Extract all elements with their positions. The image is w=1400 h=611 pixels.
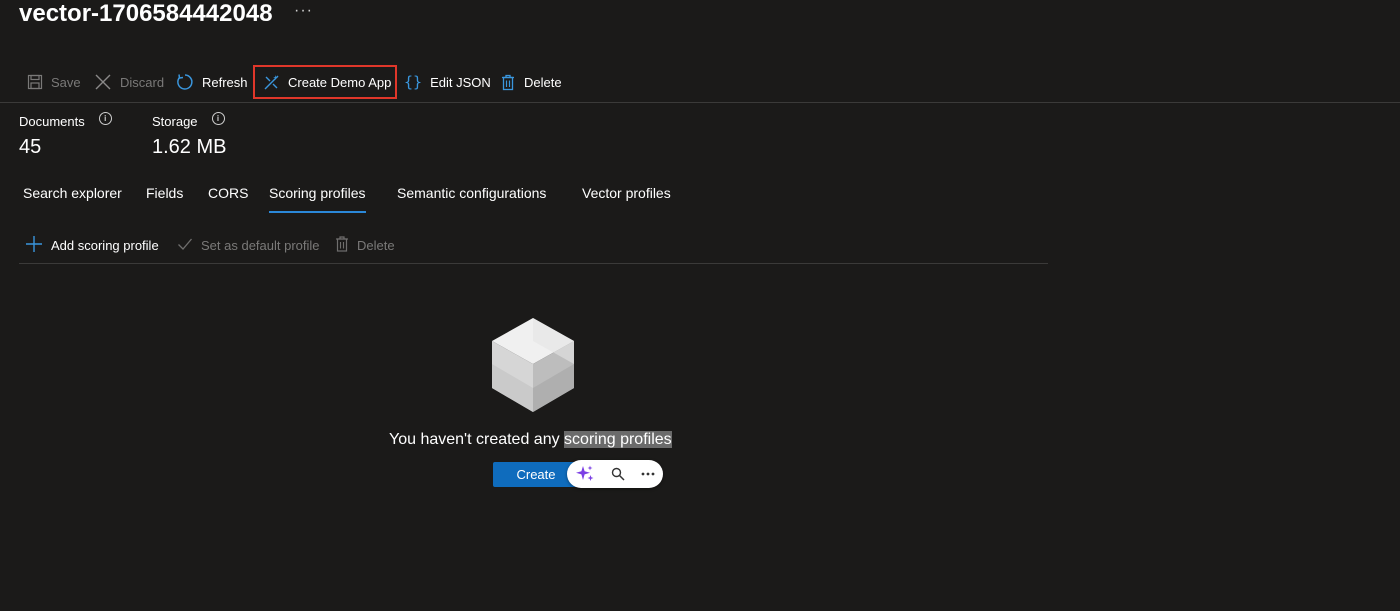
scoring-profiles-toolbar: Add scoring profile Set as default profi… [19, 228, 1048, 264]
refresh-icon [176, 73, 194, 91]
refresh-button[interactable]: Refresh [168, 66, 256, 98]
set-default-profile-button[interactable]: Set as default profile [177, 234, 320, 256]
set-default-profile-label: Set as default profile [201, 237, 320, 253]
tab-fields[interactable]: Fields [146, 183, 183, 211]
plus-icon [25, 235, 43, 256]
edit-json-button[interactable]: {} Edit JSON [396, 66, 499, 98]
refresh-label: Refresh [202, 74, 248, 90]
delete-profile-button[interactable]: Delete [335, 234, 395, 256]
info-icon[interactable]: i [98, 112, 112, 125]
edit-json-label: Edit JSON [430, 74, 491, 90]
create-demo-app-label: Create Demo App [288, 74, 392, 90]
add-scoring-profile-label: Add scoring profile [51, 237, 159, 253]
command-bar: Save Discard Refresh Create Demo App {} … [0, 62, 1400, 103]
empty-state-cube-icon [490, 316, 576, 419]
search-icon[interactable] [611, 467, 625, 481]
delete-button[interactable]: Delete [492, 66, 570, 98]
selection-floating-toolbar [567, 460, 663, 488]
storage-stat-label: Storage i [152, 112, 225, 129]
storage-label: Storage [152, 114, 198, 129]
documents-value: 45 [19, 136, 42, 158]
close-icon [94, 73, 112, 91]
tab-vector-profiles[interactable]: Vector profiles [582, 183, 671, 211]
empty-state-message-text: You haven't created any [389, 431, 565, 448]
documents-label: Documents [19, 114, 85, 129]
add-scoring-profile-button[interactable]: Add scoring profile [25, 234, 159, 256]
tab-scoring-profiles[interactable]: Scoring profiles [269, 183, 366, 213]
checkmark-icon [177, 237, 193, 254]
tab-semantic-configurations[interactable]: Semantic configurations [397, 183, 546, 211]
save-icon [27, 74, 43, 90]
tab-cors[interactable]: CORS [208, 183, 248, 211]
trash-icon [500, 74, 516, 91]
discard-button[interactable]: Discard [86, 66, 172, 98]
delete-label: Delete [524, 74, 562, 90]
page: vector-1706584442048 ··· Save Discard Re… [0, 0, 1400, 611]
save-label: Save [51, 74, 81, 90]
empty-state-message-highlight: scoring profiles [564, 431, 672, 448]
documents-stat-label: Documents i [19, 112, 112, 129]
create-demo-app-button[interactable]: Create Demo App [253, 65, 397, 99]
more-options-icon[interactable] [641, 472, 655, 476]
braces-icon: {} [404, 73, 423, 91]
wand-icon [263, 74, 280, 91]
delete-profile-label: Delete [357, 237, 395, 253]
info-icon[interactable]: i [211, 112, 225, 125]
more-options-button[interactable]: ··· [294, 2, 313, 20]
trash-icon [335, 235, 349, 255]
storage-value: 1.62 MB [152, 136, 227, 158]
empty-state-message: You haven't created any scoring profiles [389, 431, 672, 449]
copilot-sparkle-icon[interactable] [575, 464, 595, 484]
discard-label: Discard [120, 74, 165, 90]
page-title: vector-1706584442048 [19, 0, 273, 27]
tab-search-explorer[interactable]: Search explorer [23, 183, 122, 211]
save-button[interactable]: Save [19, 66, 89, 98]
